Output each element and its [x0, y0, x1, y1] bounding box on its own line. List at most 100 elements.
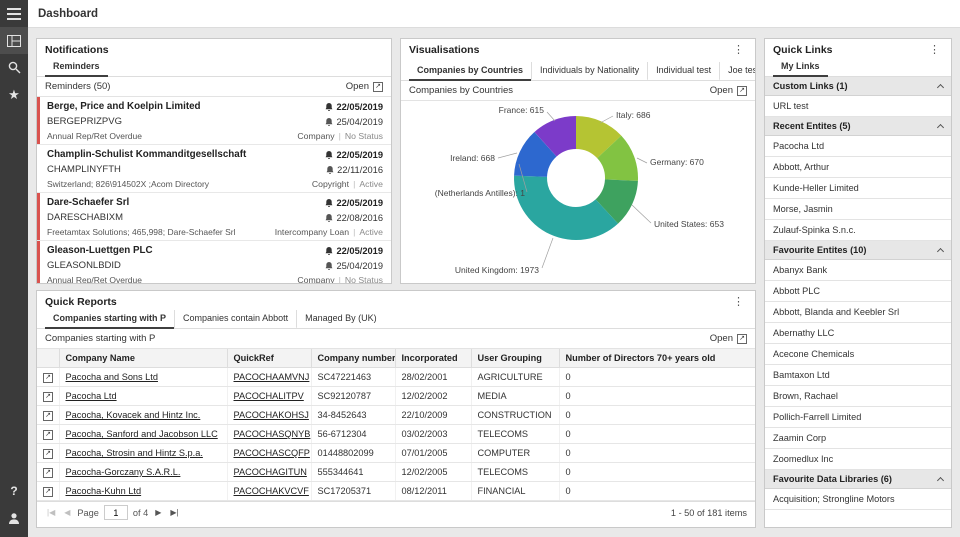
tab-companies-by-countries[interactable]: Companies by Countries	[409, 62, 531, 81]
sidebar-bottom-group: ?	[0, 477, 28, 531]
record-status: Active	[359, 179, 383, 189]
kebab-menu-icon[interactable]: ⋮	[926, 45, 943, 55]
quick-reports-tabs: Companies starting with P Companies cont…	[37, 310, 755, 329]
tab-joe-test[interactable]: Joe test	[719, 62, 756, 81]
reminder-date: 22/05/2019	[336, 150, 383, 160]
quick-link-item[interactable]: Abbott, Blanda and Keebler Srl	[765, 302, 951, 323]
tab-individuals-by-nationality[interactable]: Individuals by Nationality	[531, 62, 647, 81]
company-name-link[interactable]: Pacocha-Kuhn Ltd	[66, 486, 142, 496]
section-header-favourite-entites[interactable]: Favourite Entites (10)	[765, 241, 951, 260]
pager-next-button[interactable]: ▶	[153, 508, 163, 517]
notification-item[interactable]: Gleason-Luettgen PLC 22/05/2019 GLEASONL…	[37, 241, 391, 284]
visualisations-open-link[interactable]: Open ↗	[710, 85, 747, 96]
quick-link-item[interactable]: Pacocha Ltd	[765, 136, 951, 157]
quick-link-item[interactable]: Abernathy LLC	[765, 323, 951, 344]
section-header-custom-links[interactable]: Custom Links (1)	[765, 77, 951, 96]
company-name-link[interactable]: Pacocha, Sanford and Jacobson LLC	[66, 429, 218, 439]
quick-link-item[interactable]: Zoomedlux Inc	[765, 449, 951, 470]
column-header-company-number[interactable]: Company number	[311, 349, 395, 368]
quick-link-item[interactable]: Zulauf-Spinka S.n.c.	[765, 220, 951, 241]
sidebar-dashboard-button[interactable]	[0, 27, 28, 54]
column-header-incorporated[interactable]: Incorporated	[395, 349, 471, 368]
user-grouping-cell: MEDIA	[471, 387, 559, 406]
section-header-recent-entites[interactable]: Recent Entites (5)	[765, 117, 951, 136]
incorporated-cell: 12/02/2002	[395, 387, 471, 406]
pager-first-button[interactable]: |◀	[45, 508, 57, 517]
notification-item[interactable]: Champlin-Schulist Kommanditgesellschaft …	[37, 145, 391, 193]
notification-item[interactable]: Dare-Schaefer Srl 22/05/2019 DARESCHABIX…	[37, 193, 391, 241]
column-header-quickref[interactable]: QuickRef	[227, 349, 311, 368]
quick-link-item[interactable]: URL test	[765, 96, 951, 117]
alarm-icon	[325, 103, 333, 111]
sidebar-favourites-button[interactable]: ★	[0, 81, 28, 108]
alarm-icon	[326, 166, 334, 174]
open-record-icon[interactable]: ↗	[43, 468, 53, 478]
entity-desc: Switzerland; 826\914502X ;Acom Directory	[47, 179, 209, 189]
tab-individual-test[interactable]: Individual test	[647, 62, 719, 81]
company-number-cell: SC17205371	[311, 482, 395, 501]
alarm-icon	[325, 214, 333, 222]
review-date: 25/04/2019	[336, 117, 383, 127]
quick-link-item[interactable]: Kunde-Heller Limited	[765, 178, 951, 199]
donut-slice[interactable]	[514, 176, 618, 240]
tab-companies-starting-with-p[interactable]: Companies starting with P	[45, 310, 174, 329]
directors-cell: 0	[559, 368, 755, 387]
sidebar-help-button[interactable]: ?	[0, 477, 28, 504]
open-record-icon[interactable]: ↗	[43, 411, 53, 421]
chevron-up-icon	[937, 477, 944, 484]
quick-link-item[interactable]: Abbott, Arthur	[765, 157, 951, 178]
record-status: No Status	[345, 131, 383, 141]
quickref-link[interactable]: PACOCHAKOHSJ	[234, 410, 309, 420]
sidebar-search-button[interactable]	[0, 54, 28, 81]
entity-name: Berge, Price and Koelpin Limited	[47, 101, 201, 112]
tab-reminders[interactable]: Reminders	[45, 58, 108, 77]
alarm-icon	[325, 262, 333, 270]
quickref-link[interactable]: PACOCHALITPV	[234, 391, 304, 401]
sidebar-user-button[interactable]	[0, 504, 28, 531]
column-header-user-grouping[interactable]: User Grouping	[471, 349, 559, 368]
quickref-link[interactable]: PACOCHAKVCVF	[234, 486, 309, 496]
quickref-link[interactable]: PACOCHASCQFP	[234, 448, 310, 458]
kebab-menu-icon[interactable]: ⋮	[730, 297, 747, 307]
quick-link-item[interactable]: Bamtaxon Ltd	[765, 365, 951, 386]
column-header-company-name[interactable]: Company Name	[59, 349, 227, 368]
company-name-link[interactable]: Pacocha, Strosin and Hintz S.p.a.	[66, 448, 203, 458]
quick-link-item[interactable]: Morse, Jasmin	[765, 199, 951, 220]
review-date: 22/11/2016	[337, 165, 383, 175]
quickref-link[interactable]: PACOCHAAMVNJ	[234, 372, 310, 382]
incorporated-cell: 08/12/2011	[395, 482, 471, 501]
quick-link-item[interactable]: Abbott PLC	[765, 281, 951, 302]
quick-link-item[interactable]: Abanyx Bank	[765, 260, 951, 281]
company-name-link[interactable]: Pacocha and Sons Ltd	[66, 372, 158, 382]
kebab-menu-icon[interactable]: ⋮	[730, 45, 747, 55]
pager-prev-button[interactable]: ◀	[62, 508, 72, 517]
open-record-icon[interactable]: ↗	[43, 392, 53, 402]
tab-my-links[interactable]: My Links	[773, 58, 828, 77]
pager-last-button[interactable]: ▶|	[168, 508, 180, 517]
open-record-icon[interactable]: ↗	[43, 449, 53, 459]
tab-companies-contain-abbott[interactable]: Companies contain Abbott	[174, 310, 296, 329]
company-name-link[interactable]: Pacocha Ltd	[66, 391, 117, 401]
notification-item[interactable]: Berge, Price and Koelpin Limited 22/05/2…	[37, 97, 391, 145]
section-header-favourite-data-libraries[interactable]: Favourite Data Libraries (6)	[765, 470, 951, 489]
quick-link-item[interactable]: Pollich-Farrell Limited	[765, 407, 951, 428]
sidebar-menu-button[interactable]	[0, 0, 28, 27]
open-record-icon[interactable]: ↗	[43, 487, 53, 497]
open-record-icon[interactable]: ↗	[43, 373, 53, 383]
quick-link-item[interactable]: Brown, Rachael	[765, 386, 951, 407]
quick-link-item[interactable]: Acecone Chemicals	[765, 344, 951, 365]
notifications-open-link[interactable]: Open ↗	[346, 81, 383, 92]
app-sidebar: ★ ?	[0, 0, 28, 537]
company-name-link[interactable]: Pacocha, Kovacek and Hintz Inc.	[66, 410, 201, 420]
quickref-link[interactable]: PACOCHASQNYB	[234, 429, 311, 439]
open-record-icon[interactable]: ↗	[43, 430, 53, 440]
company-name-link[interactable]: Pacocha-Gorczany S.A.R.L.	[66, 467, 181, 477]
quick-link-item[interactable]: Acquisition; Strongline Motors	[765, 489, 951, 510]
quick-link-item[interactable]: Zaamin Corp	[765, 428, 951, 449]
tab-managed-by-uk[interactable]: Managed By (UK)	[296, 310, 385, 329]
quick-reports-open-link[interactable]: Open ↗	[710, 333, 747, 344]
page-number-input[interactable]	[104, 505, 128, 520]
quickref-link[interactable]: PACOCHAGITUN	[234, 467, 307, 477]
column-header-directors[interactable]: Number of Directors 70+ years old	[559, 349, 755, 368]
quick-reports-header: Quick Reports ⋮	[37, 291, 755, 310]
